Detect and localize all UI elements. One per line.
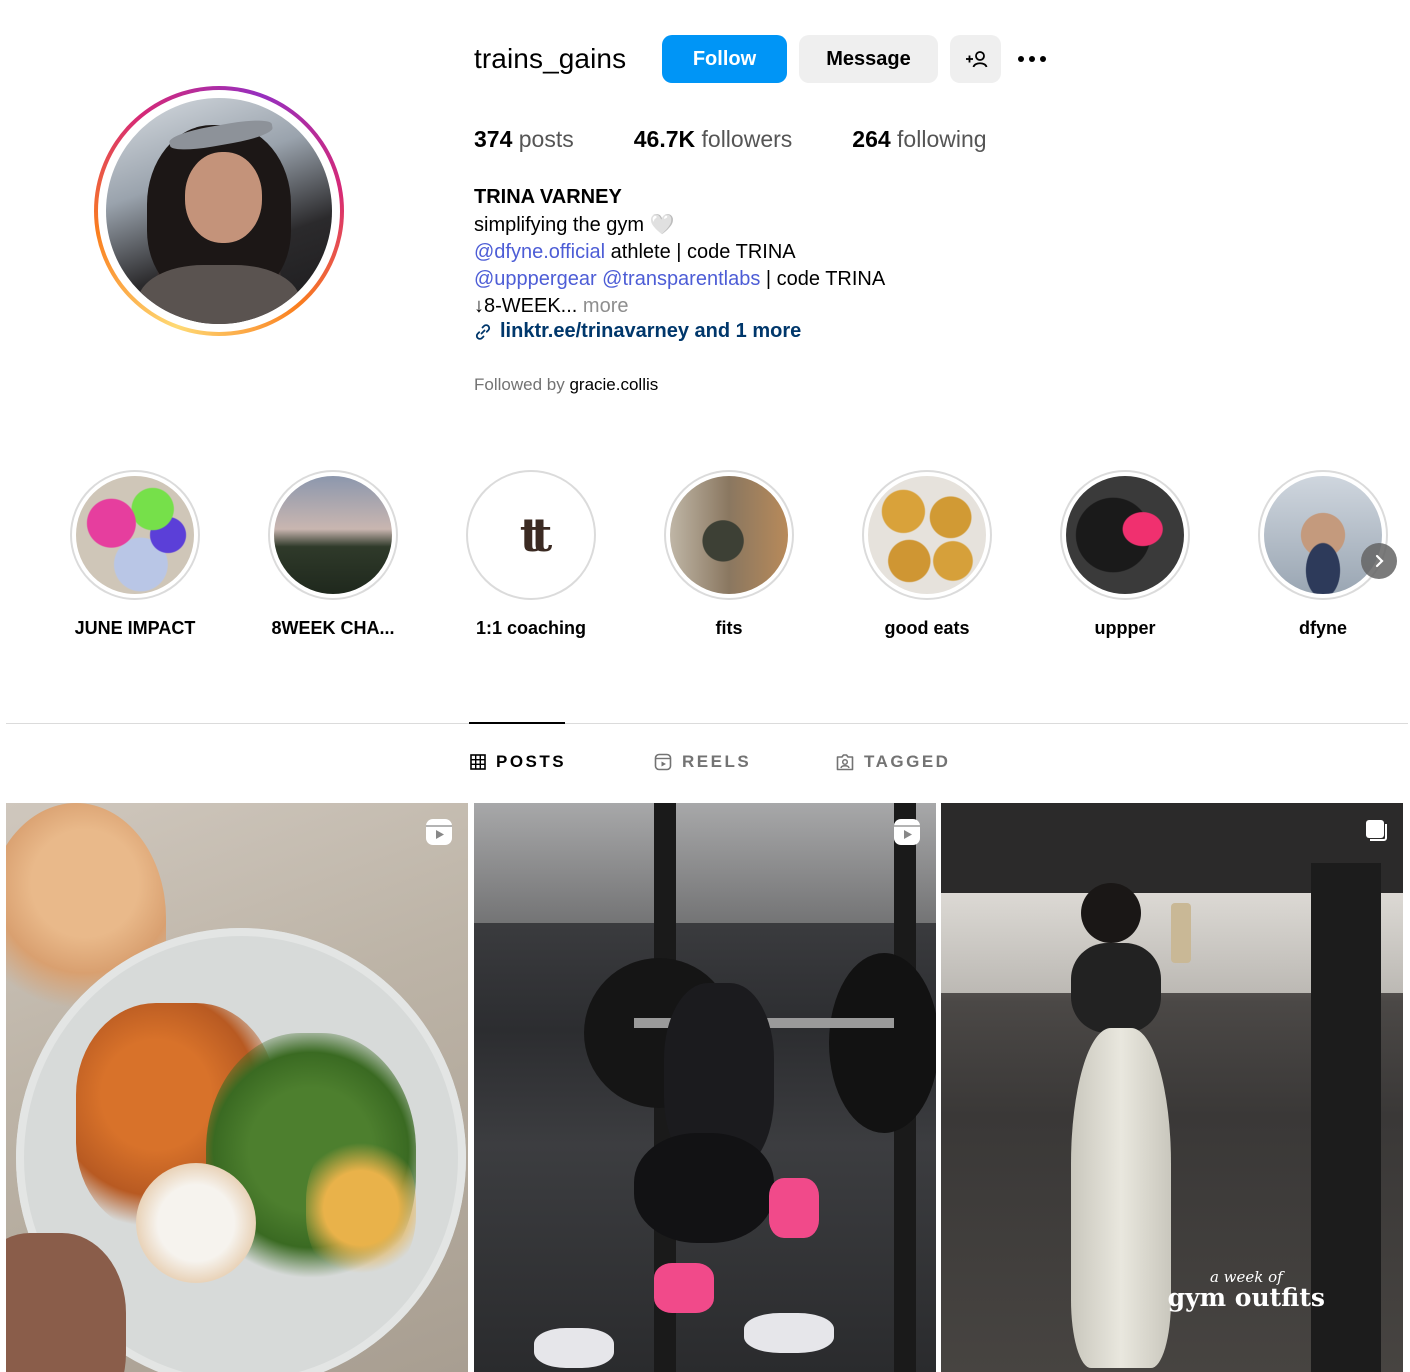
tab-tagged[interactable]: TAGGED [836, 752, 950, 772]
story-highlights: JUNE IMPACT 8WEEK CHA... tt 1:1 coaching… [0, 470, 1410, 650]
post-image [474, 803, 936, 1372]
chevron-right-icon [1375, 554, 1384, 568]
heart-emoji: 🤍 [649, 214, 675, 236]
highlight-good-eats[interactable]: good eats [828, 470, 1026, 639]
highlight-cover [670, 476, 788, 594]
posts-count: 374 posts [474, 126, 574, 152]
highlights-next-button[interactable] [1361, 543, 1397, 579]
tt-logo-icon: tt [519, 508, 552, 562]
post-tile[interactable]: a week of gym outfits [941, 803, 1403, 1372]
reels-icon [654, 753, 672, 771]
link-icon [475, 323, 491, 340]
post-tile[interactable] [6, 803, 468, 1372]
suggest-similar-button[interactable] [950, 35, 1001, 83]
profile-bio: simplifying the gym 🤍 @dfyne.official at… [474, 214, 886, 317]
reel-icon [426, 819, 452, 845]
profile-username: trains_gains [474, 43, 627, 74]
highlight-cover [868, 476, 986, 594]
highlight-cover [76, 476, 194, 594]
active-tab-indicator [469, 722, 565, 724]
carousel-icon [1366, 820, 1387, 841]
highlight-8week[interactable]: 8WEEK CHA... [234, 470, 432, 639]
highlight-coaching[interactable]: tt 1:1 coaching [432, 470, 630, 639]
mention-link[interactable]: @upppergear [474, 268, 597, 290]
reel-icon [894, 819, 920, 845]
followers-count[interactable]: 46.7K followers [634, 126, 793, 153]
tab-posts[interactable]: POSTS [470, 752, 566, 772]
mention-link[interactable]: @dfyne.official [474, 241, 605, 263]
tagged-icon [836, 754, 854, 771]
post-tile[interactable] [474, 803, 936, 1372]
following-count[interactable]: 264 following [852, 126, 986, 153]
bio-more-link[interactable]: more [583, 295, 629, 317]
followed-by[interactable]: Followed by gracie.collis [474, 375, 658, 395]
grid-icon [470, 754, 486, 770]
mention-link[interactable]: @transparentlabs [602, 268, 760, 290]
tab-reels[interactable]: REELS [654, 752, 751, 772]
tabs-divider [6, 723, 1408, 724]
post-overlay-text: a week of gym outfits [1167, 1268, 1325, 1312]
external-link-text[interactable]: linktr.ee/trinavarney and 1 more [500, 320, 801, 343]
highlight-june-impact[interactable]: JUNE IMPACT [36, 470, 234, 639]
highlight-uppper[interactable]: uppper [1026, 470, 1224, 639]
message-button[interactable]: Message [799, 35, 938, 83]
highlight-cover: tt [472, 476, 590, 594]
more-options-icon[interactable] [1018, 48, 1058, 70]
profile-avatar[interactable] [94, 86, 344, 336]
external-link[interactable]: linktr.ee/trinavarney and 1 more [474, 320, 801, 343]
follow-button[interactable]: Follow [662, 35, 787, 83]
post-image [6, 803, 468, 1372]
highlight-cover [274, 476, 392, 594]
highlight-cover [1264, 476, 1382, 594]
profile-full-name: TRINA VARNEY [474, 186, 622, 208]
add-person-icon [965, 51, 987, 68]
highlight-cover [1066, 476, 1184, 594]
highlight-fits[interactable]: fits [630, 470, 828, 639]
